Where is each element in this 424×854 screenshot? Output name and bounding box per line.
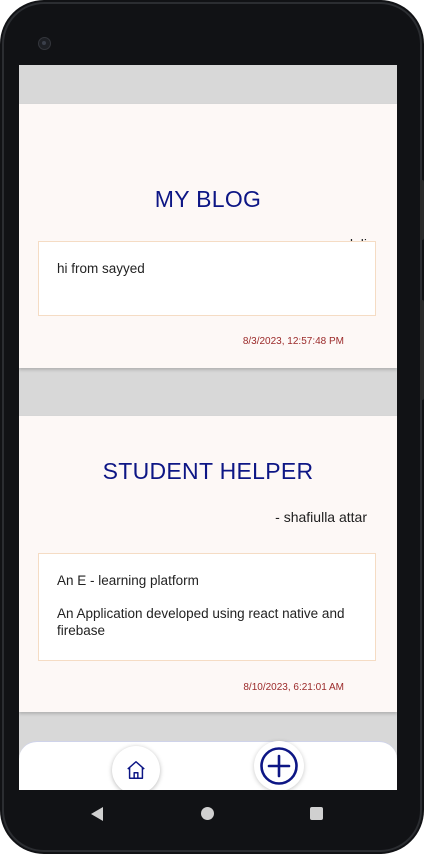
post-title: MY BLOG: [154, 186, 262, 212]
post-card[interactable]: STUDENT HELPER - shafiulla attar An E - …: [19, 416, 397, 712]
home-icon: [127, 761, 145, 779]
back-triangle-icon[interactable]: [90, 806, 104, 822]
home-button[interactable]: [112, 746, 160, 790]
post-date: 8/3/2023, 12:57:48 PM: [242, 336, 344, 347]
system-home-icon[interactable]: [201, 807, 214, 820]
post-author: - shafiulla attar: [275, 509, 367, 525]
bottom-nav-bar: [19, 741, 397, 790]
post-date: 8/10/2023, 6:21:01 AM: [243, 682, 344, 693]
post-paragraph: An Application developed using react nat…: [57, 606, 345, 638]
recent-apps-icon[interactable]: [310, 807, 323, 820]
add-post-button[interactable]: [254, 741, 304, 790]
front-camera: [38, 37, 51, 50]
post-title: STUDENT HELPER: [102, 458, 314, 484]
phone-frame: MY BLOG - sayyedali hi from sayyed 8/3/2…: [0, 0, 424, 854]
app-screen: MY BLOG - sayyedali hi from sayyed 8/3/2…: [19, 65, 397, 790]
volume-button: [420, 180, 424, 240]
post-content: An E - learning platform An Application …: [38, 553, 376, 661]
power-button: [420, 300, 424, 400]
post-paragraph: An E - learning platform: [57, 573, 199, 588]
plus-circle-icon: [260, 747, 298, 785]
system-nav-bar: [19, 790, 397, 836]
post-paragraph: hi from sayyed: [57, 261, 145, 276]
post-card[interactable]: MY BLOG - sayyedali hi from sayyed 8/3/2…: [19, 104, 397, 368]
post-content: hi from sayyed: [38, 241, 376, 316]
